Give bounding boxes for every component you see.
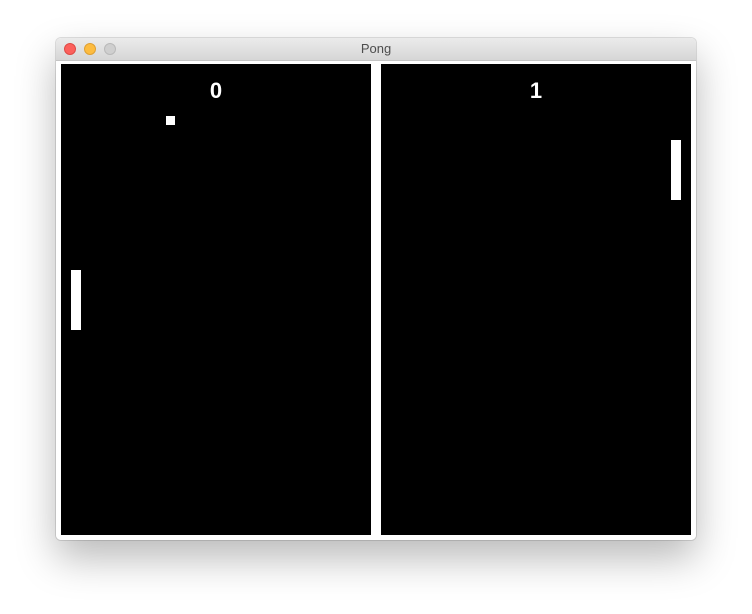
title-bar[interactable]: Pong xyxy=(56,38,696,61)
right-score: 1 xyxy=(529,78,543,103)
left-court: 0 xyxy=(61,64,371,535)
right-court: 1 xyxy=(381,64,691,535)
ball xyxy=(166,116,175,125)
right-paddle xyxy=(671,140,681,200)
left-paddle xyxy=(71,270,81,330)
game-canvas[interactable]: 0 1 xyxy=(56,61,696,540)
game-window: Pong 0 1 xyxy=(56,38,696,540)
window-title: Pong xyxy=(360,41,392,56)
left-score: 0 xyxy=(209,78,223,103)
